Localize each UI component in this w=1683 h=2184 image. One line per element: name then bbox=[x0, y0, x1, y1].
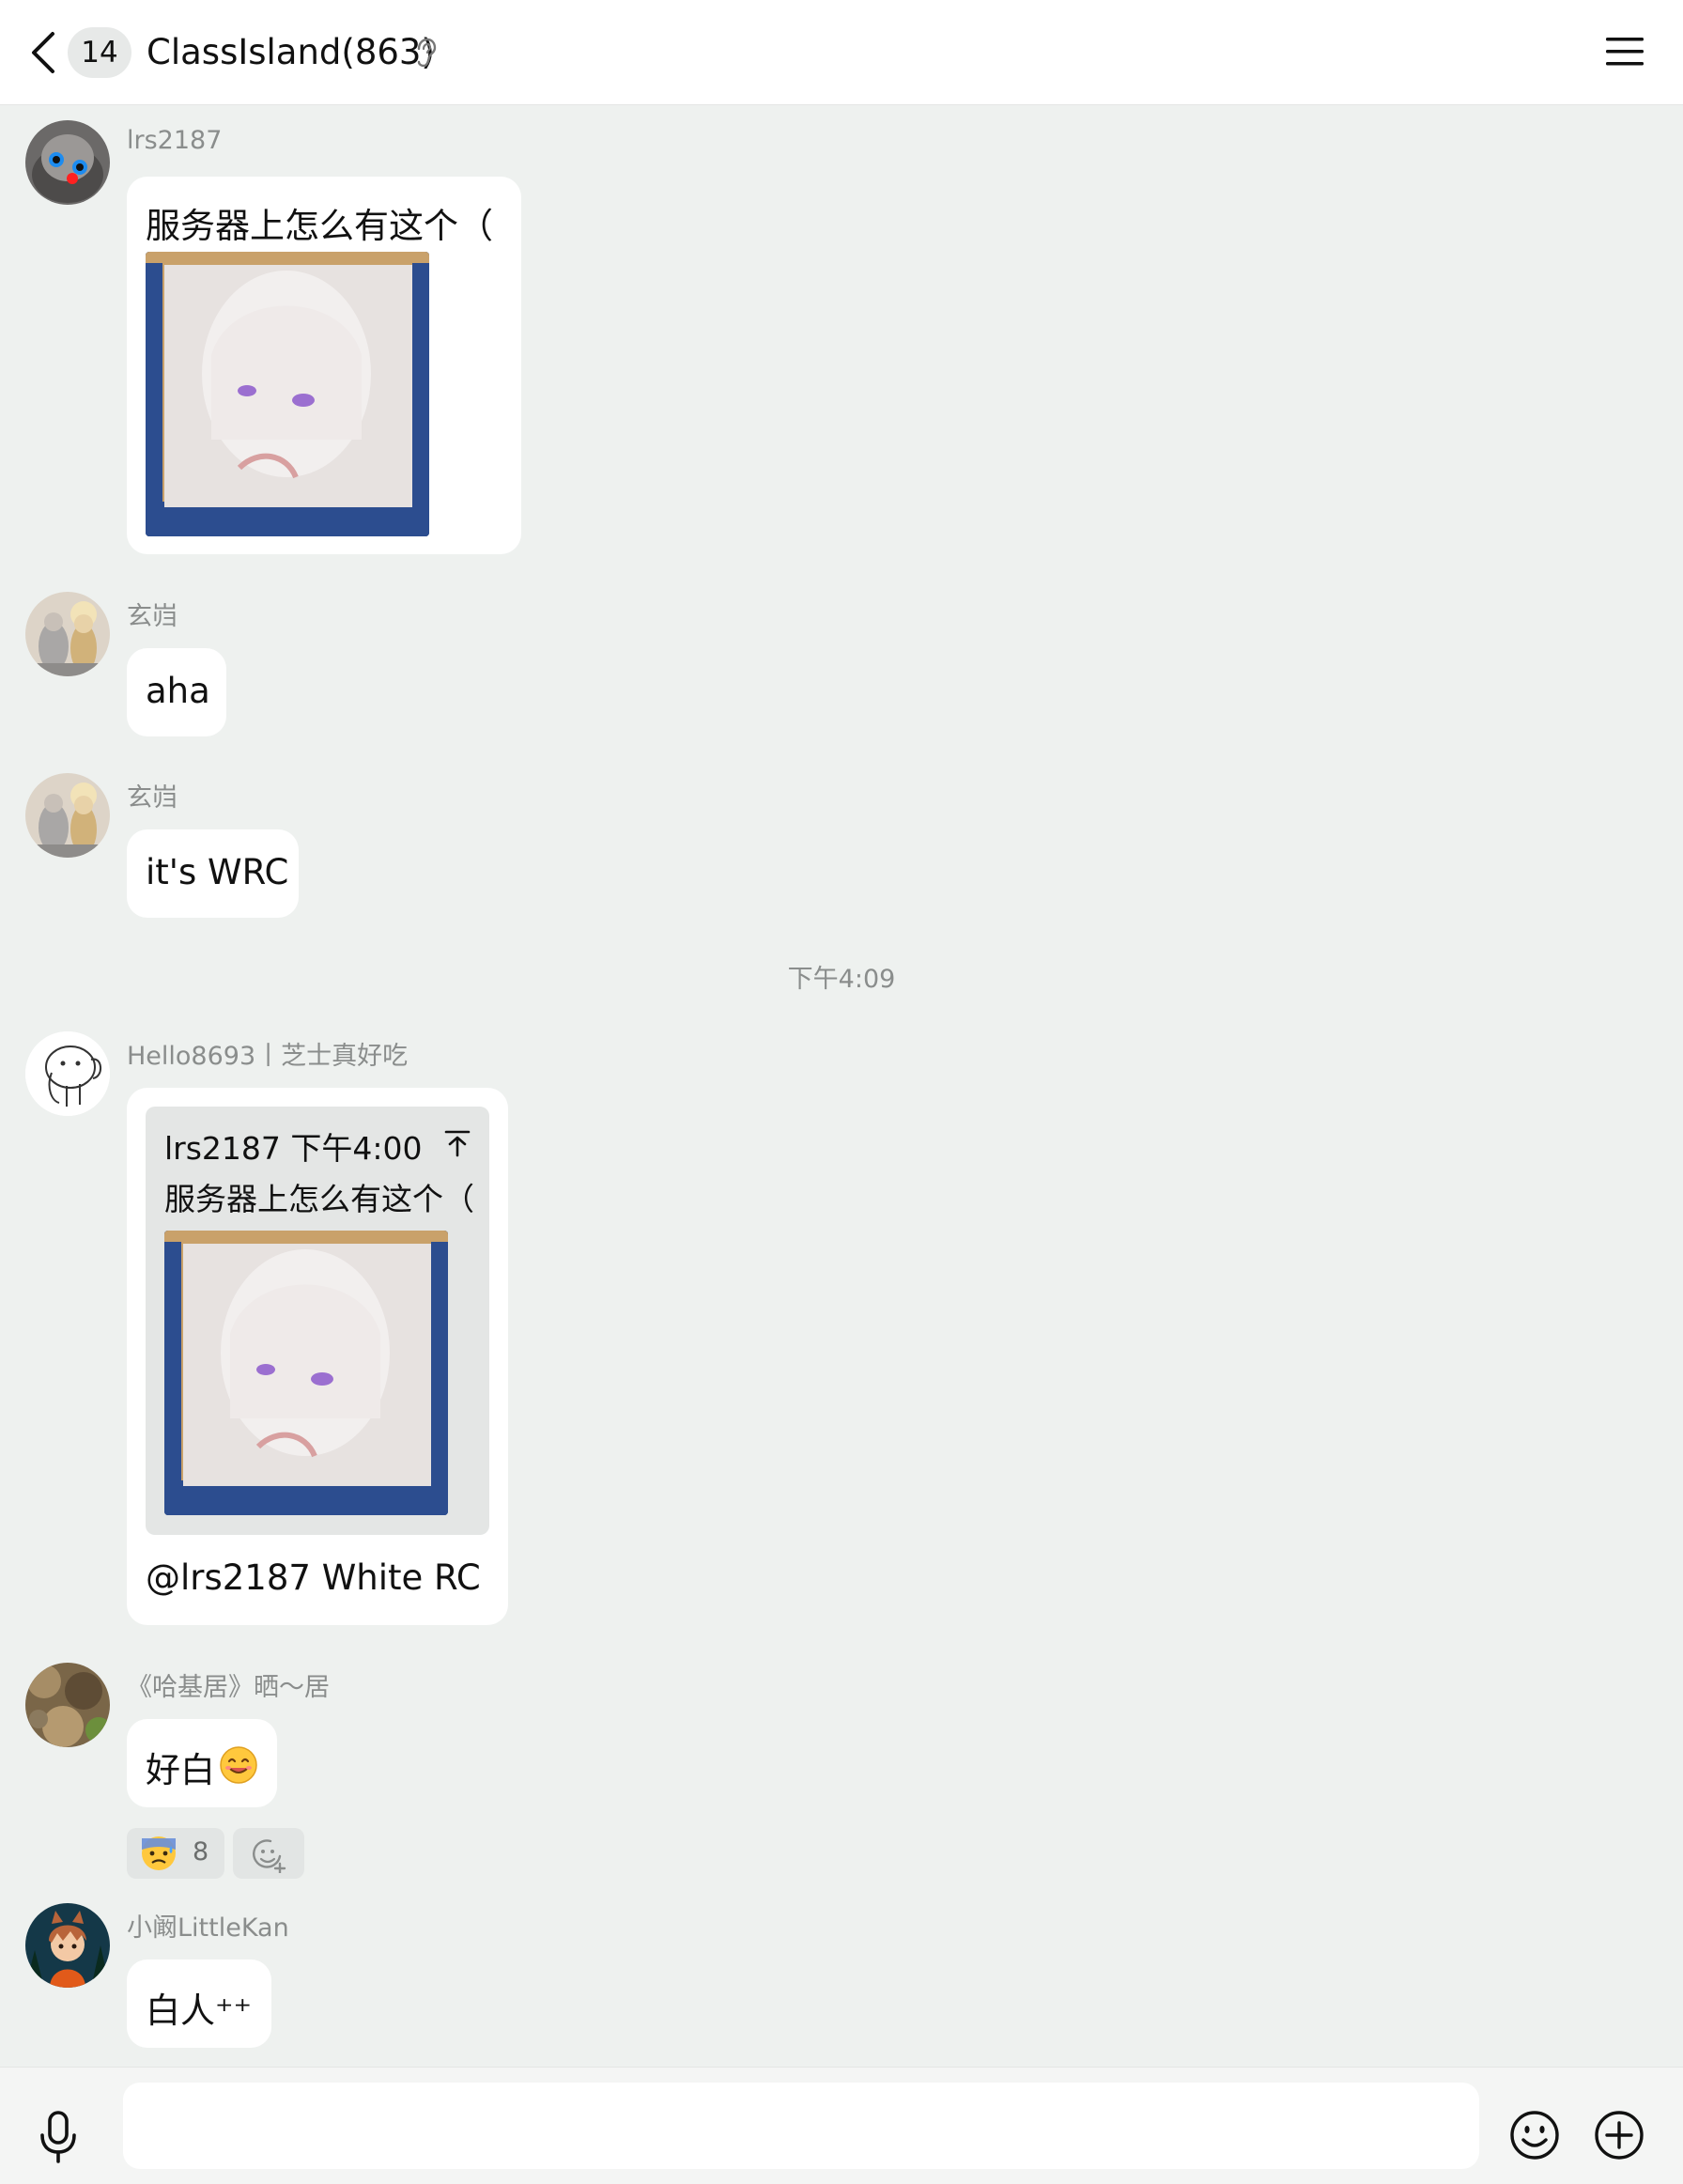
quoted-message[interactable]: lrs2187 下午4:00 服务器上怎么有这个（ bbox=[146, 1107, 489, 1535]
ear-icon[interactable] bbox=[413, 38, 438, 70]
sender-name: 玄岿 bbox=[127, 602, 178, 631]
message-input[interactable] bbox=[123, 2083, 1479, 2169]
message-text-content: 好白 bbox=[146, 1750, 215, 1790]
timestamp: 下午4:09 bbox=[787, 965, 896, 994]
anxious-sweat-face-icon bbox=[142, 1836, 176, 1870]
avatar[interactable] bbox=[25, 773, 110, 858]
message-bubble[interactable]: aha bbox=[127, 648, 226, 736]
avatar[interactable] bbox=[25, 1031, 110, 1116]
message-text: @lrs2187 White RC bbox=[146, 1557, 481, 1598]
message-bubble[interactable]: 白人⁺⁺ bbox=[127, 1959, 271, 2048]
unread-badge[interactable]: 14 bbox=[68, 27, 131, 78]
quote-text: 服务器上怎么有这个（ bbox=[164, 1181, 474, 1217]
avatar[interactable] bbox=[25, 592, 110, 676]
arrow-top-icon[interactable] bbox=[444, 1129, 471, 1157]
message-bubble[interactable]: lrs2187 下午4:00 服务器上怎么有这个（ @lrs2187 White… bbox=[127, 1088, 508, 1625]
sender-name: 《哈基居》晒～居 bbox=[127, 1673, 330, 1702]
hamburger-menu-icon[interactable] bbox=[1606, 36, 1644, 68]
sender-name: lrs2187 bbox=[127, 126, 223, 155]
avatar[interactable] bbox=[25, 1663, 110, 1747]
message-text: 白人⁺⁺ bbox=[146, 1990, 253, 2031]
reaction-count: 8 bbox=[193, 1837, 209, 1866]
message-bubble[interactable]: it's WRC bbox=[127, 829, 299, 918]
message-text: 服务器上怎么有这个（ bbox=[146, 206, 493, 246]
page-title[interactable]: ClassIsland(863) bbox=[147, 26, 435, 79]
sender-name: Hello8693丨芝士真好吃 bbox=[127, 1042, 409, 1071]
quote-meta: lrs2187 下午4:00 bbox=[164, 1130, 423, 1167]
message-text: it's WRC bbox=[146, 852, 289, 892]
smiley-icon[interactable] bbox=[1508, 2109, 1561, 2161]
reaction-chip[interactable]: 8 bbox=[127, 1828, 224, 1879]
message-text: aha bbox=[146, 671, 210, 711]
message-bubble[interactable]: 好白 bbox=[127, 1719, 277, 1807]
add-reaction-button[interactable] bbox=[233, 1828, 304, 1879]
chevron-left-icon[interactable] bbox=[26, 30, 60, 75]
message-bubble[interactable]: 服务器上怎么有这个（ bbox=[127, 177, 521, 554]
smiling-face-icon bbox=[220, 1746, 257, 1784]
plus-circle-icon[interactable] bbox=[1593, 2109, 1645, 2161]
quote-image[interactable] bbox=[164, 1231, 448, 1515]
avatar[interactable] bbox=[25, 1903, 110, 1988]
add-reaction-icon bbox=[253, 1839, 286, 1873]
message-image[interactable] bbox=[146, 252, 429, 536]
chat-header: 14 ClassIsland(863) bbox=[0, 0, 1683, 105]
avatar[interactable] bbox=[25, 120, 110, 205]
sender-name: 小阚LittleKan bbox=[127, 1913, 289, 1943]
message-text: 好白 bbox=[146, 1742, 215, 1792]
microphone-icon[interactable] bbox=[38, 2111, 79, 2163]
input-bar bbox=[0, 2067, 1683, 2184]
reaction-bar: 8 bbox=[127, 1828, 315, 1879]
sender-name: 玄岿 bbox=[127, 783, 178, 813]
